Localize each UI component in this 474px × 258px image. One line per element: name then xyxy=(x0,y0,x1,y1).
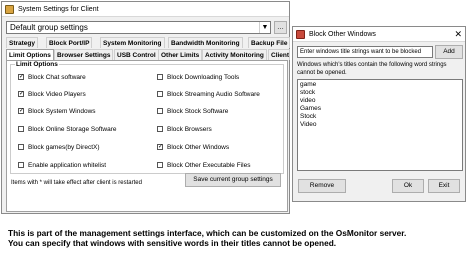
dialog-icon xyxy=(296,30,305,39)
close-icon[interactable]: ✕ xyxy=(454,27,462,42)
checkbox[interactable]: ✓ xyxy=(18,74,24,80)
tab-panel: Limit Options ✓ Block Chat software ✓ Bl… xyxy=(6,60,288,212)
checkbox[interactable]: ✓ xyxy=(18,108,24,114)
chevron-down-icon[interactable]: ▼ xyxy=(259,22,270,33)
tab-system-monitoring[interactable]: System Monitoring xyxy=(100,37,165,48)
tab-bandwidth-monitoring[interactable]: Bandwidth Monitoring xyxy=(168,37,243,48)
limit-options-group: Limit Options ✓ Block Chat software ✓ Bl… xyxy=(10,61,284,174)
ok-button[interactable]: Ok xyxy=(392,179,424,193)
window-title-input[interactable]: Enter windows title strings want to be b… xyxy=(297,46,433,58)
list-item[interactable]: Video xyxy=(300,121,460,129)
list-item[interactable]: video xyxy=(300,97,460,105)
group-select[interactable]: Default group settings ▼ xyxy=(6,21,271,34)
group-select-value: Default group settings xyxy=(10,23,88,32)
block-other-windows-dialog: Block Other Windows ✕ Enter windows titl… xyxy=(292,26,466,202)
checkbox[interactable] xyxy=(157,91,163,97)
dialog-title: Block Other Windows xyxy=(309,31,376,38)
list-item[interactable]: stock xyxy=(300,89,460,97)
tab-other-limits[interactable]: Other Limits xyxy=(158,49,203,60)
list-item[interactable]: Stock xyxy=(300,113,460,121)
list-item[interactable]: game xyxy=(300,81,460,89)
checkbox[interactable]: ✓ xyxy=(157,144,163,150)
checkbox[interactable]: ✓ xyxy=(18,91,24,97)
app-icon xyxy=(5,5,14,14)
tab-block-port-ip[interactable]: Block Port/IP xyxy=(46,37,93,48)
list-item[interactable]: Games xyxy=(300,105,460,113)
checkbox[interactable] xyxy=(18,126,24,132)
add-button[interactable]: Add xyxy=(435,45,463,59)
dialog-description: Windows which's titles contain the follo… xyxy=(297,62,447,76)
tab-usb-control[interactable]: USB Control xyxy=(114,49,159,60)
caption: This is part of the management settings … xyxy=(8,228,470,248)
caption-line-1: This is part of the management settings … xyxy=(8,228,407,238)
checkbox[interactable] xyxy=(18,162,24,168)
checkbox[interactable] xyxy=(18,144,24,150)
exit-button[interactable]: Exit xyxy=(428,179,460,193)
blocked-strings-list[interactable]: game stock video Games Stock Video xyxy=(297,79,463,171)
tab-client[interactable]: Client xyxy=(268,49,290,60)
group-title: Limit Options xyxy=(15,61,59,69)
checkbox[interactable] xyxy=(157,108,163,114)
tab-strategy[interactable]: Strategy xyxy=(6,37,39,48)
tab-browser-settings[interactable]: Browser Settings xyxy=(54,49,114,60)
tab-backup-file[interactable]: Backup File xyxy=(248,37,291,48)
remove-button[interactable]: Remove xyxy=(298,179,346,193)
settings-title: System Settings for Client xyxy=(18,6,99,13)
restart-note: Items with * will take effect after clie… xyxy=(11,180,142,186)
tab-row-2: Limit Options Browser Settings USB Contr… xyxy=(6,49,290,60)
group-more-button[interactable]: … xyxy=(274,21,287,34)
tab-activity-monitoring[interactable]: Activity Monitoring xyxy=(202,49,267,60)
checkbox[interactable] xyxy=(157,126,163,132)
caption-line-2: You can specify that windows with sensit… xyxy=(8,238,337,248)
settings-window: System Settings for Client Default group… xyxy=(1,1,291,214)
tab-limit-options[interactable]: Limit Options xyxy=(6,49,54,60)
save-group-settings-button[interactable]: Save current group settings xyxy=(185,173,281,187)
checkbox[interactable] xyxy=(157,74,163,80)
dialog-titlebar: Block Other Windows ✕ xyxy=(293,27,465,42)
tab-row-1: Strategy Block Port/IP System Monitoring… xyxy=(6,37,291,48)
settings-titlebar: System Settings for Client xyxy=(2,2,289,17)
checkbox[interactable] xyxy=(157,162,163,168)
